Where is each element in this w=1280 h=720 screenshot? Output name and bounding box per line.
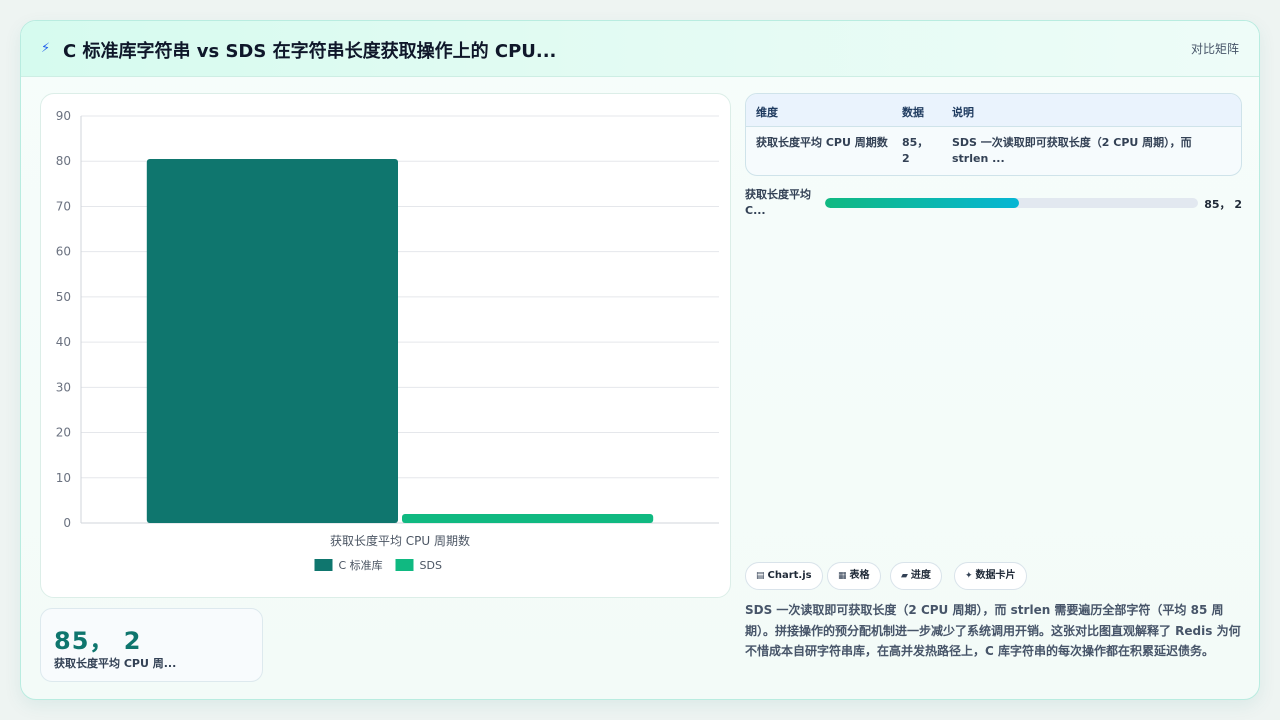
progress-fill [825, 198, 1019, 208]
stat-label: 获取长度平均 CPU 周... [54, 657, 177, 670]
progress-row: 获取长度平均 C... 85， 2 [745, 187, 1242, 221]
y-tick-label: 70 [56, 199, 71, 213]
y-tick-label: 80 [56, 154, 71, 168]
tab-label: 表格 [849, 570, 870, 581]
table-cell-data: 85， 2 [902, 136, 929, 165]
y-tick-label: 10 [56, 471, 71, 485]
chart-icon: ▤ [756, 571, 765, 581]
tab-data-card[interactable]: ✦ 数据卡片 [954, 562, 1027, 590]
progress-value: 85， 2 [1204, 198, 1242, 211]
table-cell-dimension: 获取长度平均 CPU 周期数 [756, 136, 888, 149]
progress-track [825, 198, 1198, 208]
y-tick-label: 60 [56, 245, 71, 259]
tab-progress[interactable]: ▰ 进度 [890, 562, 942, 590]
tab-label: Chart.js [767, 570, 812, 581]
y-tick-label: 0 [63, 516, 71, 530]
stat-card[interactable]: 85， 2 获取长度平均 CPU 周... [40, 608, 263, 682]
table-header-dimension: 维度 [756, 106, 778, 119]
lightning-icon: ⚡ [41, 41, 51, 56]
bar-sds [402, 513, 654, 523]
table-header-note: 说明 [952, 106, 974, 119]
y-tick-label: 20 [56, 426, 71, 440]
progress-icon: ▰ [901, 571, 908, 581]
tab-label: 进度 [910, 570, 931, 581]
bar-c-stdlib [146, 158, 398, 523]
bar-chart-panel: 0 10 20 30 40 50 60 70 80 90 获取长度平均 CPU 周期数 C 标准库 SD… [40, 93, 731, 598]
table-header: 维度 数据 说明 [746, 94, 1241, 127]
card-header: ⚡ C 标准库字符串 vs SDS 在字符串长度获取操作上的 CPU... 对比… [21, 21, 1259, 77]
legend-label: SDS [420, 559, 442, 572]
tab-chartjs[interactable]: ▤ Chart.js [745, 562, 823, 590]
data-table: 维度 数据 说明 获取长度平均 CPU 周期数 85， 2 SDS 一次读取即可… [745, 93, 1242, 176]
card-title: C 标准库字符串 vs SDS 在字符串长度获取操作上的 CPU... [63, 41, 557, 61]
view-mode-label[interactable]: 对比矩阵 [1191, 40, 1239, 58]
y-tick-label: 30 [56, 380, 71, 394]
table-icon: ▦ [838, 571, 847, 581]
y-tick-label: 40 [56, 335, 71, 349]
progress-label: 获取长度平均 C... [745, 188, 811, 217]
tab-table[interactable]: ▦ 表格 [827, 562, 881, 590]
sparkle-icon: ✦ [965, 571, 973, 581]
legend-swatch [314, 559, 333, 571]
stat-value: 85， 2 [54, 627, 142, 655]
legend-label: C 标准库 [339, 558, 383, 572]
description-text: SDS 一次读取即可获取长度（2 CPU 周期），而 strlen 需要遍历全部… [745, 603, 1241, 658]
y-tick-label: 90 [56, 109, 71, 123]
legend-swatch [395, 559, 414, 571]
table-header-data: 数据 [902, 106, 924, 119]
x-tick-label: 获取长度平均 CPU 周期数 [330, 533, 470, 548]
y-tick-label: 50 [56, 290, 71, 304]
bar-chart: 0 10 20 30 40 50 60 70 80 90 获取长度平均 CPU 周期数 C 标准库 SD… [56, 109, 719, 572]
tab-label: 数据卡片 [975, 570, 1016, 581]
table-cell-note: SDS 一次读取即可获取长度（2 CPU 周期），而 strlen ... [952, 136, 1192, 165]
comparison-card: ⚡ C 标准库字符串 vs SDS 在字符串长度获取操作上的 CPU... 对比… [20, 20, 1260, 700]
